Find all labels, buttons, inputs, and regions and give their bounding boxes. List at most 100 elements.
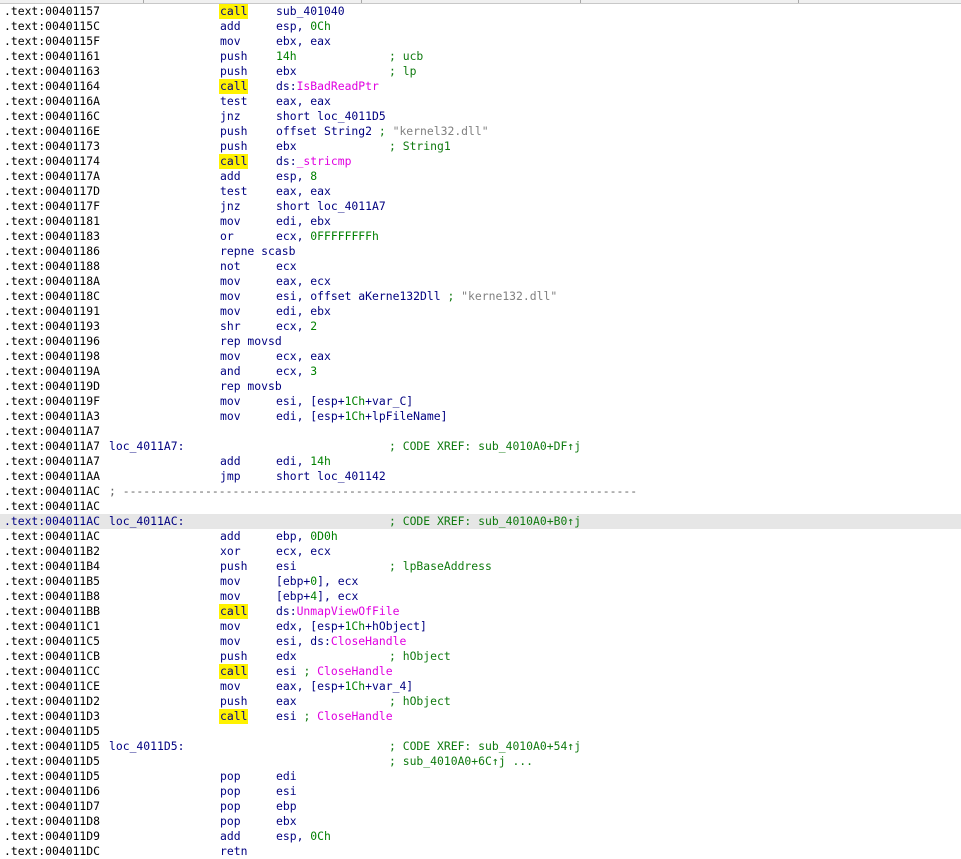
- mnemonic[interactable]: call: [219, 4, 249, 19]
- operands[interactable]: edx: [276, 649, 297, 664]
- mnemonic[interactable]: mov: [220, 214, 241, 229]
- code-line[interactable]: .text:004011DC retn: [0, 844, 961, 859]
- operands[interactable]: esi ; CloseHandle: [276, 709, 393, 724]
- operands[interactable]: short loc_4011D5: [276, 109, 386, 124]
- operands[interactable]: short loc_401142: [276, 469, 386, 484]
- mnemonic[interactable]: mov: [220, 679, 241, 694]
- mnemonic[interactable]: push: [220, 64, 247, 79]
- code-line[interactable]: .text:004011D8 pop ebx: [0, 814, 961, 829]
- code-line[interactable]: .text:00401157 call sub_401040: [0, 4, 961, 19]
- mnemonic[interactable]: or: [220, 229, 234, 244]
- operands[interactable]: ds:UnmapViewOfFile: [276, 604, 399, 619]
- mnemonic[interactable]: retn: [220, 844, 247, 859]
- code-line[interactable]: .text:004011D9 add esp, 0Ch: [0, 829, 961, 844]
- mnemonic[interactable]: call: [219, 664, 249, 679]
- mnemonic[interactable]: add: [220, 454, 241, 469]
- code-line[interactable]: .text:0040119A and ecx, 3: [0, 364, 961, 379]
- operands[interactable]: esp, 0Ch: [276, 829, 331, 844]
- code-line[interactable]: .text:004011AC: [0, 499, 961, 514]
- operands[interactable]: eax: [276, 694, 297, 709]
- operands[interactable]: offset String2 ; "kernel32.dll": [276, 124, 489, 139]
- code-line[interactable]: .text:004011D5 ; sub_4010A0+6C↑j ...: [0, 754, 961, 769]
- operands[interactable]: esp, 0Ch: [276, 19, 331, 34]
- code-line[interactable]: .text:00401161 push 14h ; ucb: [0, 49, 961, 64]
- mnemonic[interactable]: rep movsb: [220, 379, 282, 394]
- mnemonic[interactable]: call: [219, 709, 249, 724]
- code-line[interactable]: .text:004011CB push edx ; hObject: [0, 649, 961, 664]
- mnemonic[interactable]: shr: [220, 319, 241, 334]
- mnemonic[interactable]: call: [219, 604, 249, 619]
- mnemonic[interactable]: pop: [220, 784, 241, 799]
- code-line[interactable]: .text:004011A7 loc_4011A7: ; CODE XREF: su…: [0, 439, 961, 454]
- mnemonic[interactable]: mov: [220, 349, 241, 364]
- code-line[interactable]: .text:0040116A test eax, eax: [0, 94, 961, 109]
- code-line[interactable]: .text:0040115F mov ebx, eax: [0, 34, 961, 49]
- code-line[interactable]: .text:0040118C mov esi, offset aKerne132Dl…: [0, 289, 961, 304]
- operands[interactable]: ecx: [276, 259, 297, 274]
- mnemonic[interactable]: test: [220, 184, 247, 199]
- operands[interactable]: edi, [esp+1Ch+lpFileName]: [276, 409, 447, 424]
- mnemonic[interactable]: jmp: [220, 469, 241, 484]
- mnemonic[interactable]: add: [220, 529, 241, 544]
- mnemonic[interactable]: jnz: [220, 199, 241, 214]
- operands[interactable]: ds:IsBadReadPtr: [276, 79, 379, 94]
- mnemonic[interactable]: mov: [220, 409, 241, 424]
- code-line[interactable]: .text:00401164 call ds:IsBadReadPtr: [0, 79, 961, 94]
- code-line[interactable]: .text:00401198 mov ecx, eax: [0, 349, 961, 364]
- code-line[interactable]: .text:004011D7 pop ebp: [0, 799, 961, 814]
- operands[interactable]: [ebp+4], ecx: [276, 589, 358, 604]
- mnemonic[interactable]: add: [220, 829, 241, 844]
- operands[interactable]: esp, 8: [276, 169, 317, 184]
- code-line[interactable]: .text:0040116E push offset String2 ; "kern…: [0, 124, 961, 139]
- operands[interactable]: short loc_4011A7: [276, 199, 386, 214]
- code-line[interactable]: .text:004011B4 push esi ; lpBaseAddress: [0, 559, 961, 574]
- mnemonic[interactable]: repne scasb: [220, 244, 295, 259]
- mnemonic[interactable]: push: [220, 139, 247, 154]
- operands[interactable]: esi, offset aKerne132Dll ; "kerne132.dll…: [276, 289, 557, 304]
- mnemonic[interactable]: pop: [220, 769, 241, 784]
- code-line[interactable]: .text:00401174 call ds:_stricmp: [0, 154, 961, 169]
- mnemonic[interactable]: rep movsd: [220, 334, 282, 349]
- code-line[interactable]: .text:0040117D test eax, eax: [0, 184, 961, 199]
- operands[interactable]: edi, ebx: [276, 304, 331, 319]
- code-line[interactable]: .text:00401173 push ebx ; String1: [0, 139, 961, 154]
- mnemonic[interactable]: call: [219, 79, 249, 94]
- operands[interactable]: eax, eax: [276, 184, 331, 199]
- code-line[interactable]: .text:004011AC ; ------------------------…: [0, 484, 961, 499]
- mnemonic[interactable]: push: [220, 649, 247, 664]
- code-line[interactable]: .text:004011B5 mov [ebp+0], ecx: [0, 574, 961, 589]
- mnemonic[interactable]: jnz: [220, 109, 241, 124]
- code-line[interactable]: .text:0040115C add esp, 0Ch: [0, 19, 961, 34]
- operands[interactable]: ebx: [276, 814, 297, 829]
- mnemonic[interactable]: mov: [220, 274, 241, 289]
- mnemonic[interactable]: push: [220, 559, 247, 574]
- code-line[interactable]: .text:004011BB call ds:UnmapViewOfFile: [0, 604, 961, 619]
- operands[interactable]: esi, [esp+1Ch+var_C]: [276, 394, 413, 409]
- operands[interactable]: esi ; CloseHandle: [276, 664, 393, 679]
- operands[interactable]: ebx: [276, 139, 297, 154]
- code-line[interactable]: .text:00401186 repne scasb: [0, 244, 961, 259]
- operands[interactable]: edi: [276, 769, 297, 784]
- mnemonic[interactable]: pop: [220, 799, 241, 814]
- operands[interactable]: eax, eax: [276, 94, 331, 109]
- mnemonic[interactable]: add: [220, 169, 241, 184]
- operands[interactable]: ecx, 3: [276, 364, 317, 379]
- mnemonic[interactable]: not: [220, 259, 241, 274]
- code-line[interactable]: .text:004011C5 mov esi, ds:CloseHandle: [0, 634, 961, 649]
- code-line[interactable]: .text:004011D6 pop esi: [0, 784, 961, 799]
- code-line[interactable]: .text:004011D5 loc_4011D5: ; CODE XREF: su…: [0, 739, 961, 754]
- mnemonic[interactable]: mov: [220, 394, 241, 409]
- operands[interactable]: ecx, 0FFFFFFFFh: [276, 229, 379, 244]
- code-line[interactable]: .text:00401191 mov edi, ebx: [0, 304, 961, 319]
- operands[interactable]: 14h: [276, 49, 297, 64]
- code-line[interactable]: .text:00401196 rep movsd: [0, 334, 961, 349]
- mnemonic[interactable]: and: [220, 364, 241, 379]
- code-line[interactable]: .text:004011D5 pop edi: [0, 769, 961, 784]
- code-line[interactable]: .text:004011C1 mov edx, [esp+1Ch+hObject]: [0, 619, 961, 634]
- operands[interactable]: ebx, eax: [276, 34, 331, 49]
- mnemonic[interactable]: call: [219, 154, 249, 169]
- operands[interactable]: eax, ecx: [276, 274, 331, 289]
- code-line[interactable]: .text:004011D2 push eax ; hObject: [0, 694, 961, 709]
- code-line[interactable]: .text:004011CC call esi ; CloseHandle: [0, 664, 961, 679]
- operands[interactable]: [ebp+0], ecx: [276, 574, 358, 589]
